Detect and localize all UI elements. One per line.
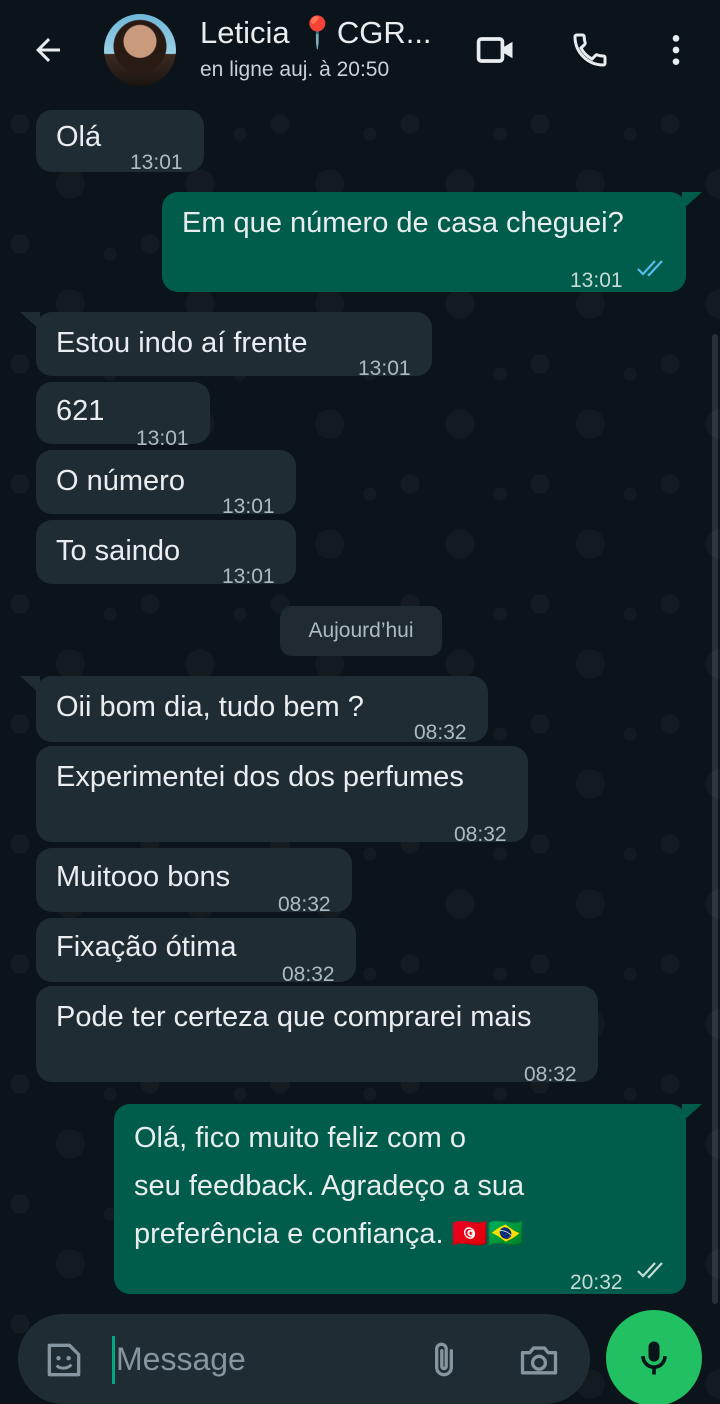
video-call-icon xyxy=(476,37,513,63)
avatar[interactable] xyxy=(104,14,176,86)
mic-icon xyxy=(641,1341,667,1375)
message-composer xyxy=(18,1314,590,1404)
sticker-button[interactable] xyxy=(42,1338,86,1382)
read-ticks-icon xyxy=(637,260,663,277)
chat-header: Leticia 📍CGR... en ligne auj. à 20:50 xyxy=(0,0,720,104)
camera-button[interactable] xyxy=(516,1338,564,1382)
message-bubble-incoming[interactable]: Oii bom dia, tudo bem ? 08:32 xyxy=(36,676,488,744)
paperclip-icon xyxy=(435,1342,453,1377)
message-bubble-incoming[interactable]: Pode ter certeza que comprarei mais 08:3… xyxy=(36,986,598,1086)
message-bubble-incoming[interactable]: To saindo 13:01 xyxy=(36,520,296,588)
message-time: 20:32 xyxy=(570,1271,623,1294)
phone-icon xyxy=(573,33,607,67)
message-bubble-incoming[interactable]: Estou indo aí frente 13:01 xyxy=(36,312,432,380)
voice-message-button[interactable] xyxy=(606,1310,702,1404)
scrollbar[interactable] xyxy=(712,334,718,1304)
message-text-line: preferência e confiança. 🇹🇳🇧🇷 xyxy=(134,1218,524,1250)
message-bubble-outgoing[interactable]: Olá, fico muito feliz com o seu feedback… xyxy=(114,1104,686,1294)
back-button[interactable] xyxy=(26,30,70,70)
message-text: Em que número de casa cheguei? xyxy=(182,207,624,239)
message-text-line: Olá, fico muito feliz com o xyxy=(134,1122,466,1154)
message-time: 13:01 xyxy=(358,357,411,380)
message-text: Oii bom dia, tudo bem ? xyxy=(56,691,364,723)
contact-status: en ligne auj. à 20:50 xyxy=(200,58,390,81)
message-bubble-outgoing[interactable]: Em que número de casa cheguei? 13:01 xyxy=(162,192,686,292)
message-bubble-incoming[interactable]: Fixação ótima 08:32 xyxy=(36,918,356,986)
message-bubble-incoming[interactable]: Olá 13:01 xyxy=(36,110,204,174)
back-arrow-icon xyxy=(36,38,60,62)
attach-button[interactable] xyxy=(422,1338,466,1382)
contact-name[interactable]: Leticia 📍CGR... xyxy=(200,14,450,51)
date-separator: Aujourd’hui xyxy=(280,606,442,656)
message-time: 13:01 xyxy=(570,269,623,292)
message-time: 08:32 xyxy=(524,1063,577,1086)
message-bubble-incoming[interactable]: 621 13:01 xyxy=(36,382,210,450)
voice-call-button[interactable] xyxy=(566,26,614,74)
message-input[interactable] xyxy=(116,1330,416,1388)
message-time: 13:01 xyxy=(222,565,275,588)
message-time: 08:32 xyxy=(454,823,507,846)
camera-icon xyxy=(520,1346,558,1375)
more-vert-icon xyxy=(672,35,680,65)
bubble-tail xyxy=(20,312,40,330)
bubble-tail xyxy=(20,676,40,694)
message-time: 13:01 xyxy=(130,151,183,174)
message-bubble-incoming[interactable]: O número 13:01 xyxy=(36,450,296,518)
sticker-icon xyxy=(47,1343,81,1377)
message-bubble-incoming[interactable]: Muitooo bons 08:32 xyxy=(36,848,352,916)
bubble-tail xyxy=(682,192,702,210)
message-text-line: seu feedback. Agradeço a sua xyxy=(134,1170,525,1202)
delivered-ticks-icon xyxy=(637,1262,663,1279)
message-text: Pode ter certeza que comprarei mais xyxy=(56,1001,532,1033)
video-call-button[interactable] xyxy=(472,26,520,74)
text-caret xyxy=(112,1336,115,1384)
more-options-button[interactable] xyxy=(652,26,700,74)
message-text: Experimentei dos dos perfumes xyxy=(56,761,464,793)
message-bubble-incoming[interactable]: Experimentei dos dos perfumes 08:32 xyxy=(36,746,528,846)
bubble-tail xyxy=(682,1104,702,1122)
